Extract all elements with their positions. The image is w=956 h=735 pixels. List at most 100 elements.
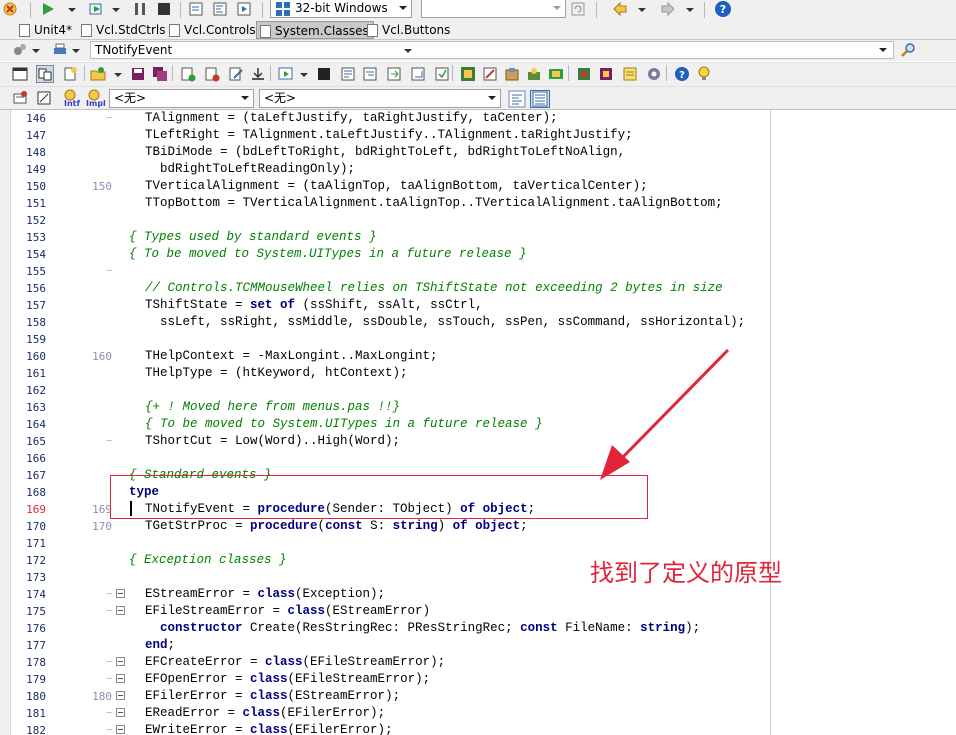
forward-arrow-icon[interactable] — [660, 1, 676, 17]
run-icon[interactable] — [40, 1, 56, 17]
notepad-icon[interactable] — [482, 66, 498, 82]
tab-label: Vcl.Buttons — [382, 23, 451, 37]
sync-edit-icon[interactable] — [36, 90, 52, 106]
tools-icon[interactable] — [526, 66, 542, 82]
search-icon[interactable] — [900, 42, 916, 58]
printer-icon[interactable] — [52, 42, 68, 58]
run-until-return-icon[interactable] — [410, 66, 426, 82]
run-without-debug-icon[interactable] — [88, 1, 104, 17]
back-dropdown-icon[interactable] — [638, 8, 646, 12]
note-icon[interactable] — [622, 66, 638, 82]
toggle-view-icon[interactable] — [12, 90, 28, 106]
tab-vcl-stdctrls[interactable]: Vcl.StdCtrls — [78, 21, 170, 39]
run-project-icon[interactable] — [278, 66, 294, 82]
data-module-icon[interactable] — [598, 66, 614, 82]
run-to-cursor-icon[interactable] — [236, 1, 252, 17]
dropdown-icon[interactable] — [114, 73, 122, 77]
fold-toggle-icon[interactable] — [116, 708, 125, 717]
platform-combo[interactable]: 32-bit Windows — [270, 0, 412, 18]
tab-vcl-buttons[interactable]: Vcl.Buttons — [364, 21, 454, 39]
back-arrow-icon[interactable] — [612, 1, 628, 17]
line-number: 165 — [26, 435, 46, 448]
code-text: TGetStrProc = procedure(const S: string)… — [145, 519, 528, 533]
open-project-icon[interactable] — [90, 66, 106, 82]
new-items-icon[interactable] — [62, 66, 78, 82]
intf-button[interactable]: Intf — [60, 89, 80, 109]
code-editor[interactable]: 146 – TAlignment = (taLeftJustify, taRight… — [0, 110, 956, 735]
tab-unit4[interactable]: Unit4* — [16, 21, 76, 39]
form-icon[interactable] — [12, 66, 28, 82]
step-icon[interactable] — [340, 66, 356, 82]
method-combo[interactable]: <无> — [259, 89, 501, 108]
code-line: 147 TLeftRight = TAlignment.taLeftJustify… — [0, 127, 956, 144]
trace-into-icon[interactable] — [212, 1, 228, 17]
main-icon-toolbar: ? — [0, 62, 956, 86]
refresh-icon[interactable] — [570, 1, 586, 17]
line-number: 156 — [26, 282, 46, 295]
component-icon[interactable] — [460, 66, 476, 82]
tab-system-classes[interactable]: System.Classes — [256, 21, 374, 39]
dropdown-icon[interactable] — [300, 73, 308, 77]
step-over-icon[interactable] — [188, 1, 204, 17]
fold-toggle-icon[interactable] — [116, 725, 125, 734]
line-number: 166 — [26, 452, 46, 465]
add-file-icon[interactable] — [180, 66, 196, 82]
close-icon[interactable] — [2, 1, 18, 17]
download-icon[interactable] — [250, 66, 266, 82]
gears-icon[interactable] — [12, 42, 28, 58]
settings-icon[interactable] — [646, 66, 662, 82]
tab-vcl-controls[interactable]: Vcl.Controls — [166, 21, 260, 39]
dropdown-icon[interactable] — [112, 8, 120, 12]
remove-file-icon[interactable] — [204, 66, 220, 82]
configuration-combo[interactable] — [421, 0, 566, 18]
impl-button[interactable]: Impl — [84, 89, 106, 109]
show-execution-point-icon[interactable] — [386, 66, 402, 82]
database-icon[interactable] — [576, 66, 592, 82]
line-number: 178 — [26, 656, 46, 669]
line-number: 148 — [26, 146, 46, 159]
stop-icon[interactable] — [316, 66, 332, 82]
dropdown-icon[interactable] — [32, 49, 40, 53]
align-justify-icon[interactable] — [530, 90, 550, 108]
editor-tabs: Unit4* Vcl.StdCtrls Vcl.Controls System.… — [0, 20, 956, 40]
code-text: // Controls.TCMMouseWheel relies on TShi… — [145, 281, 723, 295]
symbol-search-combo[interactable]: TNotifyEvent — [90, 41, 894, 59]
pause-icon[interactable] — [132, 1, 148, 17]
save-all-icon[interactable] — [152, 66, 168, 82]
align-left-icon[interactable] — [508, 90, 526, 108]
stop-icon[interactable] — [156, 1, 172, 17]
line-number: 173 — [26, 571, 46, 584]
toggle-form-unit-icon[interactable] — [36, 65, 54, 83]
package-icon[interactable] — [504, 66, 520, 82]
line-number: 164 — [26, 418, 46, 431]
fold-toggle-icon[interactable] — [116, 691, 125, 700]
dropdown-icon[interactable] — [72, 49, 80, 53]
class-combo[interactable]: <无> — [109, 89, 254, 108]
code-line: 151 TTopBottom = TVerticalAlignment.taAli… — [0, 195, 956, 212]
code-line: 177 end; — [0, 637, 956, 654]
tip-bulb-icon[interactable] — [696, 66, 712, 82]
code-text: TBiDiMode = (bdLeftToRight, bdRightToLef… — [145, 145, 626, 159]
trace-icon[interactable] — [362, 66, 378, 82]
install-icon[interactable] — [548, 66, 564, 82]
code-line: 172 { Exception classes } — [0, 552, 956, 569]
fold-toggle-icon[interactable] — [116, 674, 125, 683]
code-text: THelpContext = -MaxLongint..MaxLongint; — [145, 349, 438, 363]
code-line: 155 – — [0, 263, 956, 280]
code-text: TShiftState = set of (ssShift, ssAlt, ss… — [145, 298, 483, 312]
code-text: EFOpenError = class(EFileStreamError); — [145, 672, 431, 686]
forward-dropdown-icon[interactable] — [686, 8, 694, 12]
code-line: 156 // Controls.TCMMouseWheel relies on T… — [0, 280, 956, 297]
run-dropdown-icon[interactable] — [68, 8, 76, 12]
evaluate-icon[interactable] — [434, 66, 450, 82]
code-line: 182 – EWriteError = class(EFilerError); — [0, 722, 956, 735]
symbol-history-dropdown-icon[interactable] — [404, 49, 412, 53]
tab-label: Vcl.Controls — [184, 23, 256, 37]
save-icon[interactable] — [130, 66, 146, 82]
help-icon[interactable]: ? — [714, 0, 732, 18]
help-icon[interactable]: ? — [674, 66, 690, 82]
edit-icon[interactable] — [228, 66, 244, 82]
fold-toggle-icon[interactable] — [116, 606, 125, 615]
fold-toggle-icon[interactable] — [116, 589, 125, 598]
fold-toggle-icon[interactable] — [116, 657, 125, 666]
